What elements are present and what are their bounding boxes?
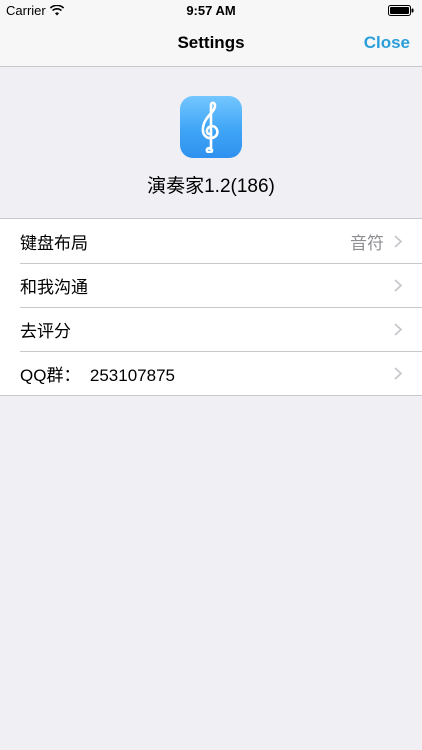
- treble-clef-icon: [201, 101, 219, 153]
- battery-icon: [388, 5, 414, 16]
- app-name-version: 演奏家1.2(186): [147, 176, 275, 197]
- app-icon: [180, 96, 242, 158]
- chevron-right-icon: [394, 234, 402, 248]
- page-title: Settings: [177, 33, 245, 52]
- row-contact-us[interactable]: 和我沟通: [0, 263, 422, 307]
- status-bar: Carrier 9:57 AM: [0, 0, 422, 22]
- row-label: 去评分: [20, 321, 71, 341]
- row-label: QQ群： 253107875: [20, 365, 175, 385]
- row-label: 键盘布局: [20, 233, 88, 253]
- chevron-right-icon: [394, 366, 402, 380]
- close-button[interactable]: Close: [364, 33, 410, 53]
- row-detail: 音符: [350, 233, 384, 253]
- status-time: 9:57 AM: [186, 3, 236, 18]
- chevron-right-icon: [394, 322, 402, 336]
- row-qq-group[interactable]: QQ群： 253107875: [0, 351, 422, 395]
- chevron-right-icon: [394, 278, 402, 292]
- row-rate-app[interactable]: 去评分: [0, 307, 422, 351]
- row-keyboard-layout[interactable]: 键盘布局 音符: [0, 219, 422, 263]
- navigation-bar: Settings Close: [0, 22, 422, 67]
- settings-list: 键盘布局 音符 和我沟通 去评分 QQ群： 253107875: [0, 218, 422, 396]
- row-label: 和我沟通: [20, 277, 88, 297]
